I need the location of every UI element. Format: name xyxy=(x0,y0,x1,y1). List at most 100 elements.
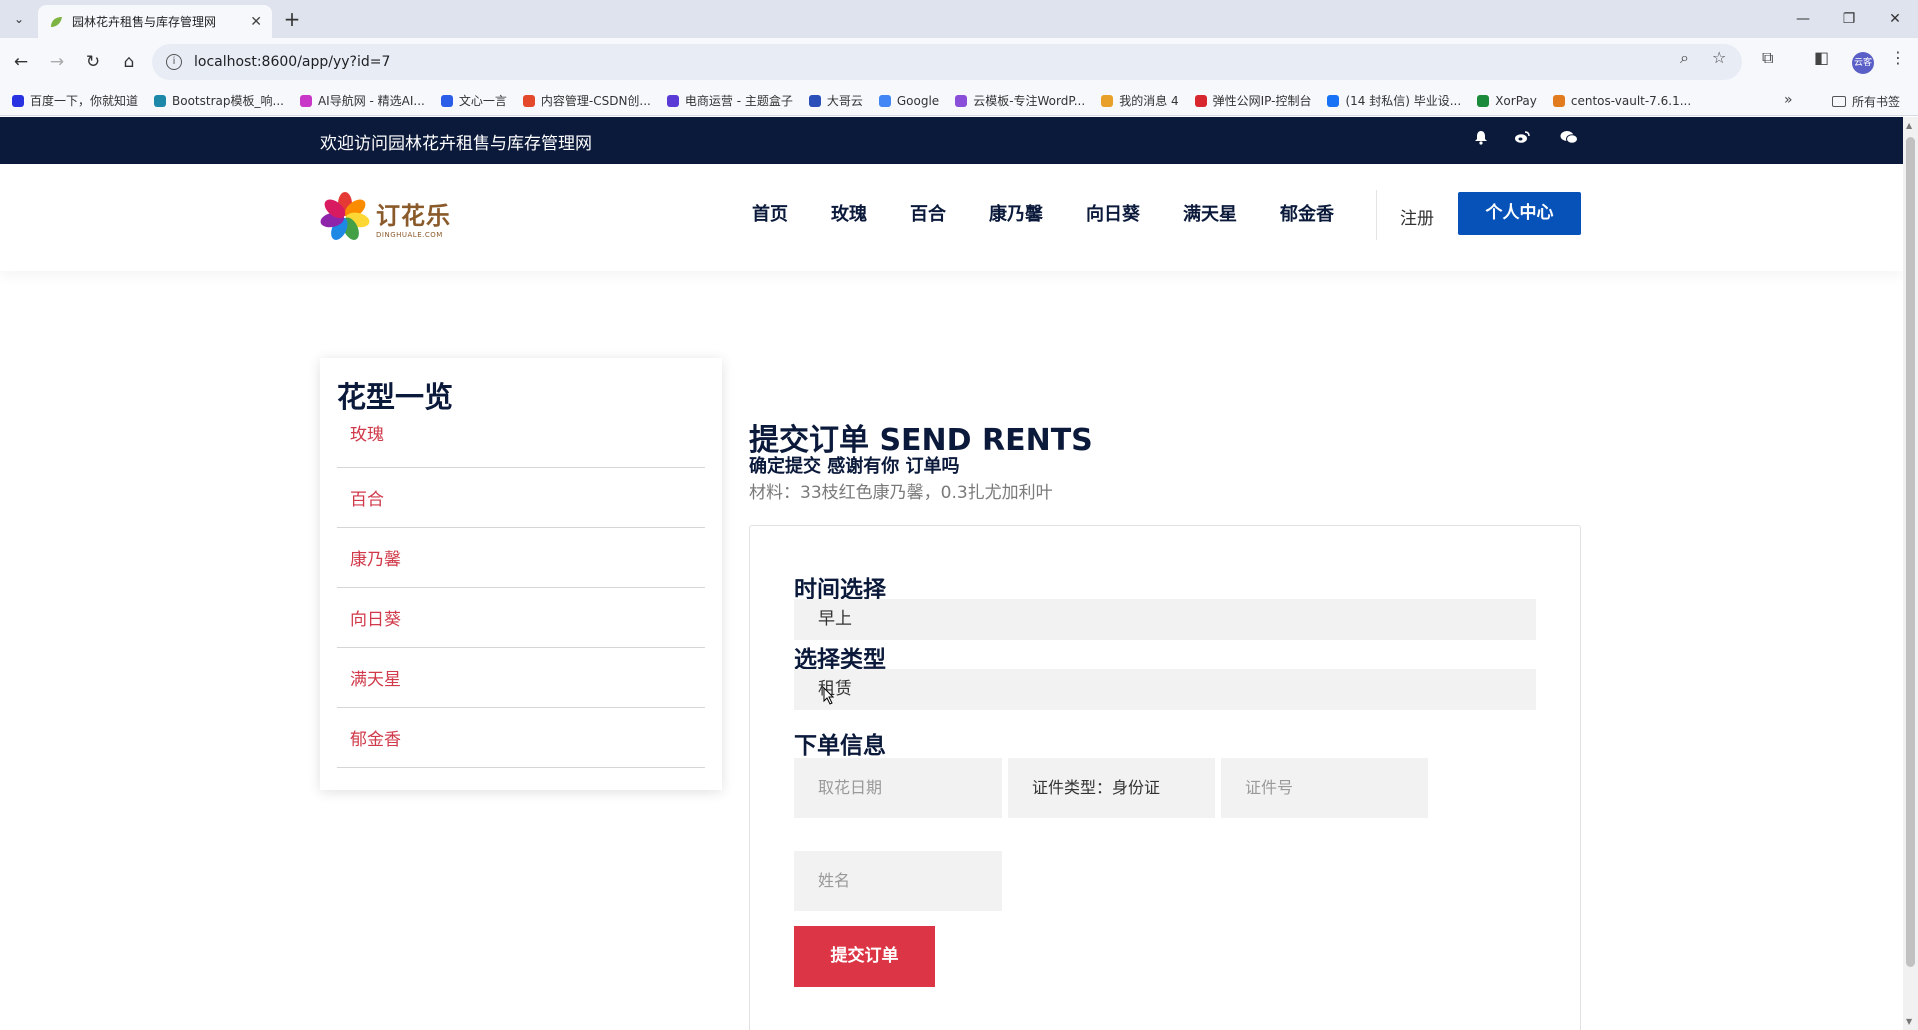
bookmark-item[interactable]: 弹性公网IP-控制台 xyxy=(1194,92,1311,109)
bookmark-item[interactable]: 电商运营 - 主题盒子 xyxy=(666,92,793,109)
time-select[interactable]: 早上 xyxy=(794,599,1536,640)
wechat-icon[interactable] xyxy=(1560,130,1578,148)
bookmark-item[interactable]: 我的消息 4 xyxy=(1101,92,1179,109)
bookmark-favicon-icon xyxy=(154,94,167,107)
active-tab[interactable]: 园林花卉租售与库存管理网 ✕ xyxy=(38,5,272,38)
folder-icon xyxy=(1832,96,1846,107)
profile-center-button[interactable]: 个人中心 xyxy=(1458,192,1581,235)
bookmark-label: Google xyxy=(896,93,940,108)
side-panel-icon[interactable]: ◧ xyxy=(1814,48,1829,67)
nav-home[interactable]: 首页 xyxy=(752,200,788,226)
bookmark-favicon-icon xyxy=(878,94,891,107)
category-item-lily[interactable]: 百合 xyxy=(337,468,705,528)
tab-search-button[interactable]: ⌄ xyxy=(8,8,30,30)
page-scrollbar[interactable]: ▲ ▼ xyxy=(1903,117,1918,1030)
bookmark-label: XorPay xyxy=(1495,93,1537,108)
bookmark-favicon-icon xyxy=(1101,94,1114,107)
nav-tulip[interactable]: 郁金香 xyxy=(1280,200,1334,226)
nav-carnation[interactable]: 康乃馨 xyxy=(989,200,1043,226)
register-link[interactable]: 注册 xyxy=(1400,204,1434,229)
profile-avatar[interactable]: 云客 xyxy=(1852,52,1874,74)
bookmarks-overflow-button[interactable]: » xyxy=(1784,92,1793,108)
nav-rose[interactable]: 玫瑰 xyxy=(831,200,867,226)
restore-icon[interactable]: ❐ xyxy=(1826,6,1872,32)
page-viewport: 欢迎访问园林花卉租售与库存管理网 订花乐 DINGHUALE.COM 首页 玫瑰… xyxy=(0,117,1903,1030)
name-input[interactable]: 姓名 xyxy=(794,851,1002,911)
close-window-icon[interactable]: ✕ xyxy=(1872,6,1918,32)
category-item-sunflower[interactable]: 向日葵 xyxy=(337,588,705,648)
bookmark-item[interactable]: 云模板-专注WordP... xyxy=(955,92,1085,109)
bookmark-item[interactable]: 百度一下，你就知道 xyxy=(12,92,138,109)
weibo-icon[interactable] xyxy=(1514,130,1530,148)
nav-sunflower[interactable]: 向日葵 xyxy=(1086,200,1140,226)
browser-menu-icon[interactable]: ⋮ xyxy=(1890,48,1906,67)
home-icon[interactable]: ⌂ xyxy=(116,49,142,75)
bookmark-label: 我的消息 4 xyxy=(1119,94,1179,108)
bookmark-item[interactable]: XorPay xyxy=(1477,94,1537,108)
bookmark-label: centos-vault-7.6.1... xyxy=(1570,93,1692,108)
bookmark-item[interactable]: 大哥云 xyxy=(808,92,863,109)
top-bar: 欢迎访问园林花卉租售与库存管理网 xyxy=(0,117,1903,164)
address-bar[interactable]: i localhost:8600/app/yy?id=7 xyxy=(152,44,1742,80)
extensions-icon[interactable]: ⧉ xyxy=(1762,48,1773,68)
scrollbar-thumb[interactable] xyxy=(1906,137,1915,967)
new-tab-button[interactable]: + xyxy=(280,8,304,32)
id-number-input[interactable]: 证件号 xyxy=(1221,758,1428,818)
bookmark-label: 大哥云 xyxy=(826,94,863,108)
bookmark-item[interactable]: 文心一言 xyxy=(440,92,507,109)
browser-toolbar: ← → ↻ ⌂ i localhost:8600/app/yy?id=7 ⌕ ☆… xyxy=(0,38,1918,86)
bookmark-favicon-icon xyxy=(1194,94,1207,107)
type-select[interactable]: 租赁 xyxy=(794,669,1536,710)
order-form: 时间选择 早上 选择类型 租赁 下单信息 取花日期 证件类型：身份证 证件号 姓… xyxy=(749,525,1581,1030)
tab-close-icon[interactable]: ✕ xyxy=(250,14,262,30)
bookmark-star-icon[interactable]: ☆ xyxy=(1712,48,1726,67)
category-list: 玫瑰 百合 康乃馨 向日葵 满天星 郁金香 xyxy=(337,414,705,768)
nav-babys-breath[interactable]: 满天星 xyxy=(1183,200,1237,226)
bookmark-label: 百度一下，你就知道 xyxy=(30,94,139,108)
bookmark-item[interactable]: 内容管理-CSDN创... xyxy=(522,92,651,109)
bookmark-item[interactable]: Google xyxy=(878,93,940,108)
bell-icon[interactable] xyxy=(1474,130,1488,149)
bookmarks-bar: 百度一下，你就知道 Bootstrap模板_响... AI导航网 - 精选AI...… xyxy=(0,86,1918,116)
bookmark-item[interactable]: (14 封私信) 毕业设... xyxy=(1327,92,1461,109)
category-item-tulip[interactable]: 郁金香 xyxy=(337,708,705,768)
bookmark-favicon-icon xyxy=(1477,94,1490,107)
all-bookmarks-label: 所有书签 xyxy=(1852,95,1901,109)
tab-strip: ⌄ 园林花卉租售与库存管理网 ✕ + — ❐ ✕ xyxy=(0,0,1918,38)
id-type-select[interactable]: 证件类型：身份证 xyxy=(1008,758,1215,818)
category-item-carnation[interactable]: 康乃馨 xyxy=(337,528,705,588)
bookmark-favicon-icon xyxy=(808,94,821,107)
logo-name: 订花乐 xyxy=(376,201,451,230)
back-icon[interactable]: ← xyxy=(8,49,34,75)
bookmark-favicon-icon xyxy=(522,94,535,107)
flower-category-sidebar: 花型一览 玫瑰 百合 康乃馨 向日葵 满天星 郁金香 xyxy=(320,358,722,790)
page-subtitle: 确定提交 感谢有你 订单吗 xyxy=(749,456,960,477)
bookmark-label: 电商运营 - 主题盒子 xyxy=(684,94,793,108)
zoom-icon[interactable]: ⌕ xyxy=(1680,48,1689,68)
bookmark-label: 内容管理-CSDN创... xyxy=(540,94,651,108)
scroll-up-icon[interactable]: ▲ xyxy=(1906,121,1912,130)
site-info-icon[interactable]: i xyxy=(166,54,182,70)
bookmark-favicon-icon xyxy=(955,94,968,107)
submit-order-button[interactable]: 提交订单 xyxy=(794,926,935,987)
nav-lily[interactable]: 百合 xyxy=(910,200,946,226)
bookmark-item[interactable]: Bootstrap模板_响... xyxy=(154,92,284,109)
bookmark-favicon-icon xyxy=(1552,94,1565,107)
bookmark-item[interactable]: AI导航网 - 精选AI... xyxy=(299,92,425,109)
site-logo[interactable]: 订花乐 DINGHUALE.COM xyxy=(319,190,451,244)
all-bookmarks-button[interactable]: 所有书签 xyxy=(1832,93,1900,110)
logo-domain: DINGHUALE.COM xyxy=(376,230,443,239)
forward-icon[interactable]: → xyxy=(44,49,70,75)
bookmark-favicon-icon xyxy=(666,94,679,107)
bookmark-favicon-icon xyxy=(440,94,453,107)
category-item-babys-breath[interactable]: 满天星 xyxy=(337,648,705,708)
reload-icon[interactable]: ↻ xyxy=(80,49,106,75)
bookmark-label: 文心一言 xyxy=(458,94,507,108)
minimize-icon[interactable]: — xyxy=(1780,6,1826,32)
category-item-rose[interactable]: 玫瑰 xyxy=(337,414,705,468)
bookmark-item[interactable]: centos-vault-7.6.1... xyxy=(1552,93,1692,108)
pickup-date-input[interactable]: 取花日期 xyxy=(794,758,1002,818)
scroll-down-icon[interactable]: ▼ xyxy=(1906,1017,1912,1026)
mouse-cursor-icon xyxy=(823,686,835,705)
bookmark-label: 云模板-专注WordP... xyxy=(973,94,1086,108)
